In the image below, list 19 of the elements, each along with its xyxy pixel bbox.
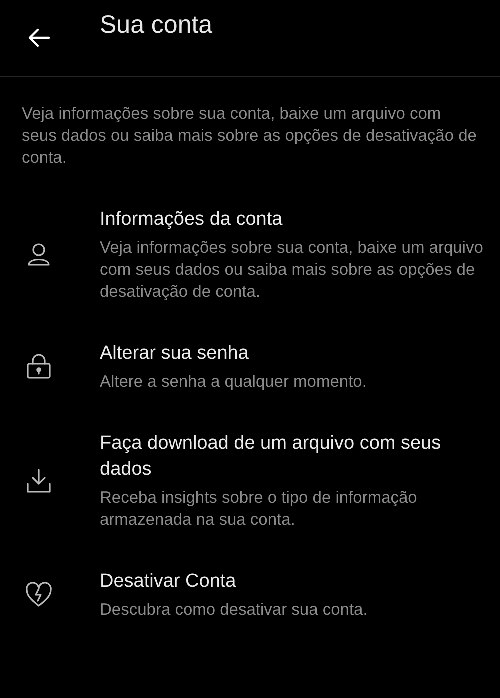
lock-icon	[25, 353, 53, 381]
back-button[interactable]	[27, 28, 51, 48]
item-description: Altere a senha a qualquer momento.	[100, 372, 368, 393]
item-description: Receba insights sobre o tipo de informação armazenada na sua conta.	[100, 488, 418, 531]
settings-item[interactable]: Informações da conta Veja informações sobre sua conta, baixe um arquivo com seus dados ou saiba mais sobre as opções de desativação de conta.	[0, 207, 500, 303]
settings-item[interactable]: Desativar Conta Descubra como desativar sua conta.	[0, 569, 500, 621]
download-icon	[25, 467, 53, 495]
broken-heart-icon	[25, 581, 53, 609]
item-title: Alterar sua senha	[100, 342, 250, 366]
item-title: Informações da conta	[100, 208, 284, 232]
intro-text: Veja informações sobre sua conta, baixe um arquivo com seus dados ou saiba mais sobre as opções de desativação de conta.	[22, 104, 478, 169]
item-title: Faça download de um arquivo com seus dados	[100, 432, 442, 482]
person-icon	[25, 241, 53, 269]
item-description: Veja informações sobre sua conta, baixe um arquivo com seus dados ou saiba mais sobre as opções de desativação de conta.	[100, 238, 484, 303]
item-description: Descubra como desativar sua conta.	[100, 600, 369, 621]
settings-item[interactable]: Alterar sua senha Altere a senha a qualquer momento.	[0, 341, 500, 393]
settings-item[interactable]: Faça download de um arquivo com seus dados Receba insights sobre o tipo de informação armazenada na sua conta.	[0, 431, 500, 531]
item-title: Desativar Conta	[100, 570, 238, 594]
page-title: Sua conta	[100, 11, 213, 40]
